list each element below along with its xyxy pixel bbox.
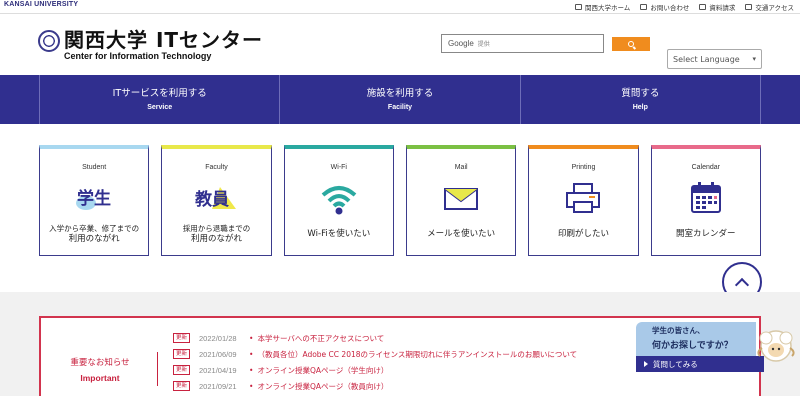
chevron-down-icon: ▾ bbox=[752, 55, 756, 63]
external-window-icon bbox=[575, 4, 582, 10]
search-button[interactable] bbox=[612, 37, 650, 51]
card-mail[interactable]: Mail メールを使いたい bbox=[405, 145, 517, 256]
link-university-home[interactable]: 関西大学ホーム bbox=[575, 2, 630, 12]
main-nav: ITサービスを利用する Service 施設を利用する Facility 質問す… bbox=[0, 75, 800, 124]
news-date: 2021/09/21 bbox=[199, 381, 237, 391]
news-link[interactable]: 本学サーバへの不正アクセスについて bbox=[257, 333, 384, 344]
nav-facility[interactable]: 施設を利用する Facility bbox=[280, 75, 521, 124]
search-placeholder: 提供 bbox=[477, 41, 490, 48]
news-label: 重要なお知らせ Important bbox=[70, 358, 130, 383]
card-faculty[interactable]: Faculty 教員 採用から退職までの 利用のながれ bbox=[161, 145, 272, 256]
news-item: 更新 2022/01/28 • 本学サーバへの不正アクセスについて bbox=[173, 330, 577, 346]
update-badge: 更新 bbox=[173, 333, 191, 343]
site-logo[interactable]: 関西大学 ITセンター Center for Information Techn… bbox=[38, 29, 263, 61]
language-select[interactable]: Select Language ▾ bbox=[667, 49, 762, 69]
ask-question-button[interactable]: 質問してみる bbox=[636, 356, 764, 372]
link-contact[interactable]: お問い合わせ bbox=[640, 2, 689, 12]
svg-text:教員: 教員 bbox=[194, 189, 229, 210]
card-printing[interactable]: Printing 印刷がしたい bbox=[528, 145, 639, 256]
news-date: 2021/04/19 bbox=[199, 365, 237, 375]
news-item: 更新 2021/06/09 • （教員各位）Adobe CC 2018のライセン… bbox=[173, 346, 577, 362]
nav-service[interactable]: ITサービスを利用する Service bbox=[40, 75, 281, 124]
card-student[interactable]: Student 学生 入学から卒業、修了までの 利用のながれ bbox=[39, 145, 150, 256]
printer-icon bbox=[529, 177, 637, 219]
nav-help[interactable]: 質問する Help bbox=[521, 75, 761, 124]
google-brand: Google bbox=[448, 39, 474, 48]
news-date: 2021/06/09 bbox=[199, 349, 237, 359]
news-date: 2022/01/28 bbox=[199, 333, 237, 343]
logo-japanese: 関西大学 ITセンター bbox=[64, 28, 264, 52]
news-item: 更新 2021/04/19 • オンライン授業QAページ（学生向け） bbox=[173, 362, 577, 378]
university-seal-icon bbox=[38, 30, 60, 52]
search-input[interactable]: Google 提供 bbox=[441, 34, 604, 53]
help-widget[interactable]: 学生の皆さん、 何かお探しですか？ 質問してみる bbox=[636, 322, 800, 374]
student-icon: 学生 bbox=[40, 177, 148, 219]
news-list: 更新 2022/01/28 • 本学サーバへの不正アクセスについて 更新 202… bbox=[173, 330, 577, 394]
university-name[interactable]: KANSAI UNIVERSITY bbox=[4, 1, 78, 8]
news-link[interactable]: オンライン授業QAページ（学生向け） bbox=[257, 365, 388, 376]
card-wifi[interactable]: Wi-Fi Wi-Fiを使いたい bbox=[283, 145, 394, 256]
mail-envelope-icon bbox=[407, 177, 515, 219]
svg-text:学生: 学生 bbox=[77, 188, 111, 209]
site-header: 関西大学 ITセンター Center for Information Techn… bbox=[0, 14, 800, 74]
news-link[interactable]: オンライン授業QAページ（教員向け） bbox=[257, 381, 388, 392]
link-request-materials[interactable]: 資料請求 bbox=[699, 2, 735, 12]
play-arrow-icon bbox=[644, 361, 648, 367]
news-item: 更新 2021/09/21 • オンライン授業QAページ（教員向け） bbox=[173, 378, 577, 394]
help-bubble: 学生の皆さん、 何かお探しですか？ bbox=[636, 322, 756, 356]
update-badge: 更新 bbox=[173, 365, 191, 375]
document-icon bbox=[699, 4, 707, 10]
update-badge: 更新 bbox=[173, 349, 191, 359]
news-link[interactable]: （教員各位）Adobe CC 2018のライセンス期限切れに伴うアンインストール… bbox=[257, 349, 577, 360]
service-cards: Student 学生 入学から卒業、修了までの 利用のながれ Faculty 教員… bbox=[39, 145, 761, 256]
card-calendar[interactable]: Calendar 開室カレンダー bbox=[650, 145, 761, 256]
utility-links: 関西大学ホーム お問い合わせ 資料請求 交通アクセス bbox=[575, 2, 794, 12]
chevron-up-icon bbox=[734, 277, 750, 292]
mail-icon bbox=[640, 4, 648, 10]
top-utility-bar: KANSAI UNIVERSITY 関西大学ホーム お問い合わせ 資料請求 交通… bbox=[0, 0, 800, 14]
news-divider bbox=[157, 352, 158, 386]
logo-english: Center for Information Technology bbox=[64, 51, 212, 61]
sheep-mascot-icon bbox=[757, 330, 795, 362]
link-access[interactable]: 交通アクセス bbox=[745, 2, 794, 12]
faculty-icon: 教員 bbox=[162, 177, 270, 219]
search-icon bbox=[628, 41, 634, 47]
calendar-icon bbox=[652, 177, 760, 219]
wifi-icon bbox=[285, 177, 393, 219]
map-icon bbox=[745, 4, 753, 10]
update-badge: 更新 bbox=[173, 381, 191, 391]
